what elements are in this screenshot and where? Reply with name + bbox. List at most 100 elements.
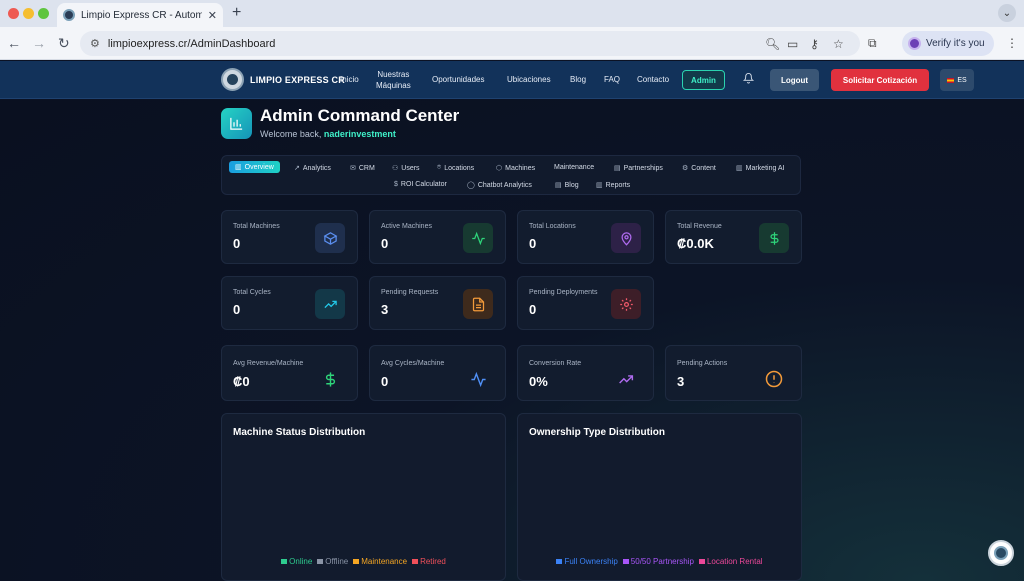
legend-item[interactable]: Full Ownership: [556, 557, 618, 566]
map-pin-icon: [611, 223, 641, 253]
tab-machines[interactable]: ⬡ Machines: [496, 164, 536, 173]
dollar-icon: [315, 364, 345, 394]
stat-label: Total Machines: [233, 223, 280, 230]
stat-value: 0%: [529, 374, 548, 389]
zoom-icon[interactable]: 🔍︎: [765, 31, 780, 56]
nav-faq[interactable]: FAQ: [604, 75, 620, 84]
stat-value: 3: [381, 302, 389, 317]
legend-label: 50/50 Partnership: [630, 557, 694, 566]
stat-value: 3: [677, 374, 685, 389]
nav-admin[interactable]: Admin: [682, 70, 725, 90]
stat-label: Total Revenue: [677, 223, 722, 230]
new-tab-button[interactable]: +: [232, 4, 241, 22]
alert-circle-icon: [759, 364, 789, 394]
tab-overview[interactable]: ▥ Overview: [229, 161, 280, 173]
nav-maquinas[interactable]: Nuestras Máquinas: [376, 69, 411, 91]
notification-bell-icon[interactable]: [742, 72, 755, 87]
address-bar[interactable]: ⚙ limpioexpress.cr/AdminDashboard 🔍︎ ▭ ⚷…: [80, 31, 860, 56]
tab-locations[interactable]: ⌾ Locations: [437, 164, 474, 172]
tab-users-label: Users: [401, 164, 420, 172]
legend-item[interactable]: 50/50 Partnership: [622, 557, 694, 566]
legend-item[interactable]: Maintenance: [353, 557, 407, 566]
site-logo[interactable]: [221, 68, 244, 91]
tab-blog[interactable]: ▤ Blog: [555, 181, 579, 190]
tab-users[interactable]: ⚇ Users: [392, 164, 420, 173]
legend-label: Location Rental: [706, 557, 763, 566]
tab-blog-label: Blog: [564, 181, 579, 189]
nav-contacto[interactable]: Contacto: [637, 75, 669, 84]
stat-card-total-machines: Total Machines 0: [221, 210, 358, 264]
browser-tab-bar: Limpio Express CR - Automat ✕ + ⌄: [0, 0, 1024, 27]
tab-search-menu-button[interactable]: ⌄: [998, 4, 1016, 22]
stat-card-pending-actions: Pending Actions 3: [665, 345, 802, 401]
legend-swatch: [317, 559, 324, 564]
panel-title: Machine Status Distribution: [233, 427, 366, 438]
brand-name[interactable]: LIMPIO EXPRESS CR: [250, 75, 345, 85]
stat-label: Avg Cycles/Machine: [381, 360, 445, 367]
tab-analytics[interactable]: ↗ Analytics: [294, 164, 331, 173]
browser-menu-icon[interactable]: ⋮: [1006, 36, 1018, 50]
maximize-window-button[interactable]: [38, 8, 49, 19]
nav-ubicaciones[interactable]: Ubicaciones: [507, 75, 551, 84]
dollar-icon: $: [394, 181, 398, 188]
stat-value: 0: [233, 236, 241, 251]
legend-item[interactable]: Online: [281, 557, 312, 566]
ownership-legend: Full Ownership 50/50 Partnership Location …: [518, 557, 801, 566]
nav-oportunidades[interactable]: Oportunidades: [432, 75, 484, 84]
bookmark-star-icon[interactable]: ☆: [833, 31, 844, 56]
panel-title: Ownership Type Distribution: [529, 427, 665, 438]
profile-avatar: [908, 37, 921, 50]
legend-swatch: [281, 559, 288, 564]
stat-value: 0: [381, 236, 389, 251]
tab-partnerships[interactable]: ▤ Partnerships: [614, 164, 663, 173]
request-quote-button[interactable]: Solicitar Cotización: [831, 69, 929, 91]
install-app-icon[interactable]: ▭: [787, 31, 798, 56]
back-button[interactable]: ←: [7, 35, 21, 51]
tab-roi-calculator[interactable]: $ ROI Calculator: [394, 181, 447, 188]
url-text[interactable]: limpioexpress.cr/AdminDashboard: [108, 38, 276, 50]
password-key-icon[interactable]: ⚷: [810, 31, 819, 56]
logout-button[interactable]: Logout: [770, 69, 819, 91]
tab-marketing-ai-label: Marketing AI: [745, 164, 785, 172]
legend-item[interactable]: Retired: [412, 557, 446, 566]
stat-card-conversion-rate: Conversion Rate 0%: [517, 345, 654, 401]
activity-icon: [463, 364, 493, 394]
legend-item[interactable]: Offline: [317, 557, 348, 566]
tab-crm[interactable]: ✉ CRM: [350, 164, 375, 173]
tab-reports[interactable]: ▥ Reports: [596, 181, 631, 190]
tab-reports-label: Reports: [605, 181, 631, 189]
floating-chat-logo[interactable]: [988, 540, 1014, 566]
stat-card-avg-cycles: Avg Cycles/Machine 0: [369, 345, 506, 401]
tab-close-icon[interactable]: ✕: [208, 9, 217, 22]
reload-button[interactable]: ↻: [58, 35, 70, 51]
ownership-panel: Ownership Type Distribution Full Ownersh…: [517, 413, 802, 581]
stat-card-pending-deployments: Pending Deployments 0: [517, 276, 654, 330]
stat-label: Active Machines: [381, 223, 432, 230]
nav-blog[interactable]: Blog: [570, 75, 586, 84]
tab-machines-label: Machines: [505, 164, 536, 172]
tab-marketing-ai[interactable]: ▥ Marketing AI: [736, 164, 785, 173]
machine-status-legend: Online Offline Maintenance Retired: [222, 557, 505, 566]
welcome-message: Welcome back, naderinvestment: [260, 129, 396, 139]
extensions-puzzle-icon[interactable]: ⧉: [868, 36, 877, 51]
close-window-button[interactable]: [8, 8, 19, 19]
stat-card-total-cycles: Total Cycles 0: [221, 276, 358, 330]
spain-flag-icon: [947, 77, 955, 83]
browser-tab[interactable]: Limpio Express CR - Automat ✕: [57, 3, 223, 27]
stat-card-pending-requests: Pending Requests 3: [369, 276, 506, 330]
tab-roi-calculator-label: ROI Calculator: [400, 181, 447, 188]
nav-inicio[interactable]: Inicio: [340, 75, 359, 84]
tab-chatbot-analytics[interactable]: ◯ Chatbot Analytics: [467, 181, 532, 190]
tab-crm-label: CRM: [358, 164, 375, 172]
forward-button[interactable]: →: [32, 35, 46, 51]
profile-verify-button[interactable]: Verify it's you: [902, 31, 994, 56]
tab-analytics-label: Analytics: [302, 164, 331, 172]
minimize-window-button[interactable]: [23, 8, 34, 19]
legend-item[interactable]: Location Rental: [698, 557, 763, 566]
browser-toolbar: ← → ↻ ⚙ limpioexpress.cr/AdminDashboard …: [0, 27, 1024, 60]
site-settings-icon[interactable]: ⚙: [90, 37, 100, 50]
tab-content[interactable]: ⚙ Content: [682, 164, 716, 173]
tab-chatbot-analytics-label: Chatbot Analytics: [477, 181, 532, 189]
language-selector[interactable]: ES: [940, 69, 974, 91]
tab-maintenance[interactable]: Maintenance: [554, 164, 594, 171]
